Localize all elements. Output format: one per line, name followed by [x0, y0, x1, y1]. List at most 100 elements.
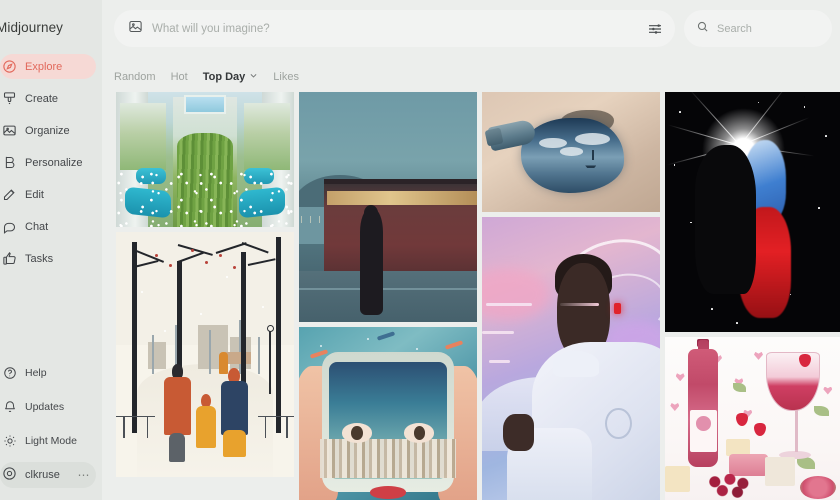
snow-flake: [261, 305, 264, 308]
collage-spark: [416, 348, 419, 350]
sidebar-item-explore[interactable]: Explore: [0, 54, 96, 79]
collage-spark: [366, 337, 369, 340]
neon-tube: [482, 331, 515, 334]
filter-top-day-label: Top Day: [202, 71, 246, 83]
snow-tree-trunk: [132, 241, 138, 433]
train-flowers: [116, 164, 294, 227]
gallery-card[interactable]: [116, 232, 294, 477]
filter-top-day[interactable]: Top Day: [203, 71, 259, 83]
gallery-card[interactable]: [482, 92, 660, 212]
user-account-button[interactable]: clkruse ⋯: [0, 462, 96, 488]
gallery-card[interactable]: [299, 327, 477, 500]
sun-icon: [2, 433, 17, 448]
image-icon[interactable]: [128, 19, 143, 39]
powder-speck: [803, 106, 806, 108]
sidebar-item-label: Light Mode: [25, 434, 77, 447]
wine-strawberry: [736, 412, 749, 426]
grid-column: [482, 92, 660, 500]
collage-eye: [404, 423, 435, 443]
dusk-figure-body: [359, 209, 383, 316]
collage-cityscape: [320, 439, 456, 478]
wine-bottle-label: [689, 409, 717, 453]
dusk-bus-window: [327, 190, 477, 205]
bottle-ship-mast: [592, 149, 594, 160]
gallery-card[interactable]: [482, 217, 660, 500]
neon-portrait-hand: [503, 413, 534, 451]
powder-speck: [679, 111, 681, 113]
train-window-right: [244, 102, 291, 171]
wine-strawberry: [754, 422, 766, 436]
sidebar-item-tasks[interactable]: Tasks: [0, 246, 96, 271]
wine-heart: [823, 386, 833, 395]
dusk-road-stripe: [299, 288, 477, 290]
powder-speck: [736, 322, 738, 324]
sidebar-item-chat[interactable]: Chat: [0, 214, 96, 239]
search-input[interactable]: [717, 22, 820, 35]
question-circle-icon: [2, 365, 17, 380]
snow-figure-legs: [169, 432, 186, 463]
powder-speck: [789, 293, 792, 296]
image-grid: [116, 92, 840, 500]
neon-tube: [485, 302, 532, 306]
wine-heart: [670, 403, 680, 411]
gallery-card[interactable]: [665, 92, 840, 332]
chevron-down-icon: [249, 71, 258, 83]
sidebar-item-help[interactable]: Help: [0, 360, 96, 385]
wine-leaf: [813, 406, 829, 417]
filter-hot[interactable]: Hot: [171, 71, 188, 83]
sliders-icon[interactable]: [641, 15, 669, 43]
search-bar[interactable]: [684, 10, 832, 47]
sidebar-item-organize[interactable]: Organize: [0, 118, 96, 143]
sidebar-item-create[interactable]: Create: [0, 86, 96, 111]
sidebar-item-label: Edit: [25, 188, 44, 201]
sidebar-item-updates[interactable]: Updates: [0, 394, 96, 419]
wine-strawberry: [798, 353, 811, 367]
bottle-seascape: [521, 118, 625, 193]
dusk-road: [299, 271, 477, 322]
powder-silhouette: [695, 144, 756, 294]
user-name: clkruse: [25, 469, 60, 481]
gallery-card[interactable]: [116, 92, 294, 227]
bottle-cloud: [560, 147, 584, 156]
snow-lamp-post: [268, 330, 271, 394]
user-overflow-menu-icon[interactable]: ⋯: [78, 468, 91, 482]
sidebar-item-label: Chat: [25, 220, 49, 233]
brush-icon: [2, 91, 17, 106]
prompt-input[interactable]: [152, 22, 632, 35]
sidebar-item-light-mode[interactable]: Light Mode: [0, 428, 96, 453]
thumbs-up-icon: [2, 251, 17, 266]
pencil-square-icon: [2, 187, 17, 202]
sidebar-item-personalize[interactable]: Personalize: [0, 150, 96, 175]
neon-portrait-visor: [560, 302, 600, 306]
primary-nav: Explore Create Organize Personalize Edit…: [0, 54, 96, 278]
person-sparkle-icon: [2, 155, 17, 170]
app-brand: Midjourney: [0, 20, 64, 35]
wine-label-bow: [695, 416, 711, 432]
filter-tabs: Random Hot Top Day Likes: [114, 71, 299, 83]
gallery-card[interactable]: [665, 337, 840, 500]
collage-plane: [377, 331, 396, 341]
neon-portrait-collar: [553, 350, 600, 377]
sidebar-item-label: Organize: [25, 124, 70, 137]
wine-glass-bowl: [766, 351, 820, 412]
gallery-card[interactable]: [299, 92, 477, 322]
bottle-cloud: [574, 132, 611, 145]
sidebar-item-label: Create: [25, 92, 59, 105]
prompt-bar[interactable]: [114, 10, 675, 47]
filter-random[interactable]: Random: [114, 71, 156, 83]
sidebar-item-edit[interactable]: Edit: [0, 182, 96, 207]
top-bar: [114, 10, 832, 47]
snow-berry: [190, 249, 194, 253]
secondary-nav: Help Updates Light Mode clkruse ⋯: [0, 360, 96, 488]
sidebar-item-label: Personalize: [25, 156, 83, 169]
train-skylight: [183, 94, 227, 114]
grid-column: [665, 92, 840, 500]
filter-likes[interactable]: Likes: [273, 71, 299, 83]
snow-distant-person: [219, 352, 229, 375]
snow-background-tree: [208, 330, 211, 375]
wine-leaf: [732, 383, 746, 393]
sidebar-item-label: Tasks: [25, 252, 54, 265]
grid-column: [116, 92, 294, 500]
sidebar: Midjourney Explore Create Organize Perso…: [0, 0, 102, 500]
search-icon: [696, 20, 709, 38]
